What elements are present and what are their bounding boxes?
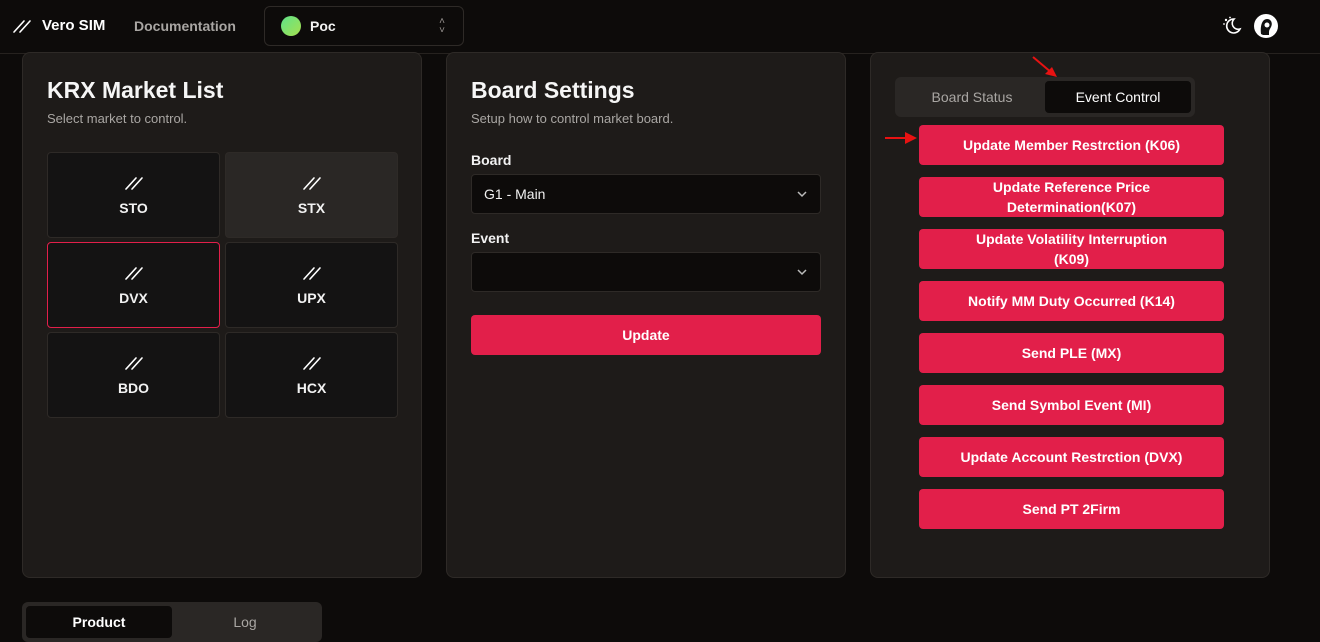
annotation-arrow-icon [1032,56,1057,77]
event-select[interactable] [471,252,821,292]
event-button-k07[interactable]: Update Reference Price Determination(K07… [919,177,1224,217]
user-avatar-icon [1255,15,1277,37]
tab-board-status[interactable]: Board Status [899,81,1045,113]
market-list-subtitle: Select market to control. [47,111,188,126]
event-button-mx[interactable]: Send PLE (MX) [919,333,1224,373]
market-tile-bdo[interactable]: BDO [47,332,220,418]
market-tile-dvx[interactable]: DVX [47,242,220,328]
chevron-up-down-icon: ˄ ˅ [439,16,445,36]
market-label: STO [119,200,148,216]
tab-event-control[interactable]: Event Control [1045,81,1191,113]
event-button-k09[interactable]: Update Volatility Interruption (K09) [919,229,1224,269]
board-label: Board [471,152,512,168]
slash-logo-icon [302,267,321,280]
market-label: DVX [119,290,148,306]
slash-logo-icon [124,177,143,190]
board-settings-card: Board Settings Setup how to control mark… [446,52,846,578]
environment-label: Poc [310,18,336,34]
app-name: Vero SIM [42,17,106,34]
event-label: Event [471,230,510,246]
theme-toggle-icon[interactable] [1221,15,1243,37]
slash-logo-icon [302,177,321,190]
environment-select[interactable]: Poc ˄ ˅ [264,6,464,46]
control-tabs: Board Status Event Control [895,77,1195,117]
market-tile-sto[interactable]: STO [47,152,220,238]
board-select-value: G1 - Main [484,186,546,202]
board-settings-title: Board Settings [471,77,635,103]
slash-logo-icon [124,357,143,370]
app-logo[interactable]: Vero SIM [12,17,105,34]
board-settings-subtitle: Setup how to control market board. [471,111,674,126]
market-tile-upx[interactable]: UPX [225,242,398,328]
market-label: STX [297,200,326,216]
event-button-dvx[interactable]: Update Account Restrction (DVX) [919,437,1224,477]
market-label: HCX [296,380,327,396]
annotation-arrow-icon [885,132,917,144]
event-button-pt2firm[interactable]: Send PT 2Firm [919,489,1224,529]
environment-avatar [281,16,301,36]
market-list-card: KRX Market List Select market to control… [22,52,422,578]
tab-product[interactable]: Product [26,606,172,638]
event-button-k14[interactable]: Notify MM Duty Occurred (K14) [919,281,1224,321]
slash-logo-icon [302,357,321,370]
chevron-down-icon [797,191,807,198]
board-select[interactable]: G1 - Main [471,174,821,214]
update-button[interactable]: Update [471,315,821,355]
chevron-down-icon [797,269,807,276]
event-button-k06[interactable]: Update Member Restrction (K06) [919,125,1224,165]
market-grid: STO STX DVX UPX BDO HCX [47,152,398,418]
slash-logo-icon [124,267,143,280]
top-navbar: Vero SIM Documentation Poc ˄ ˅ [0,0,1320,54]
market-label: UPX [297,290,326,306]
market-label: BDO [117,380,150,396]
tab-log[interactable]: Log [172,606,318,638]
market-tile-hcx[interactable]: HCX [225,332,398,418]
control-panel-card: Board Status Event Control Update Member… [870,52,1270,578]
market-tile-stx[interactable]: STX [225,152,398,238]
market-list-title: KRX Market List [47,77,224,103]
bottom-tabs: Product Log [22,602,322,642]
user-avatar[interactable] [1254,14,1278,38]
documentation-link[interactable]: Documentation [134,18,236,34]
event-button-mi[interactable]: Send Symbol Event (MI) [919,385,1224,425]
event-button-list: Update Member Restrction (K06) Update Re… [919,125,1224,541]
slash-logo-icon [13,19,31,33]
